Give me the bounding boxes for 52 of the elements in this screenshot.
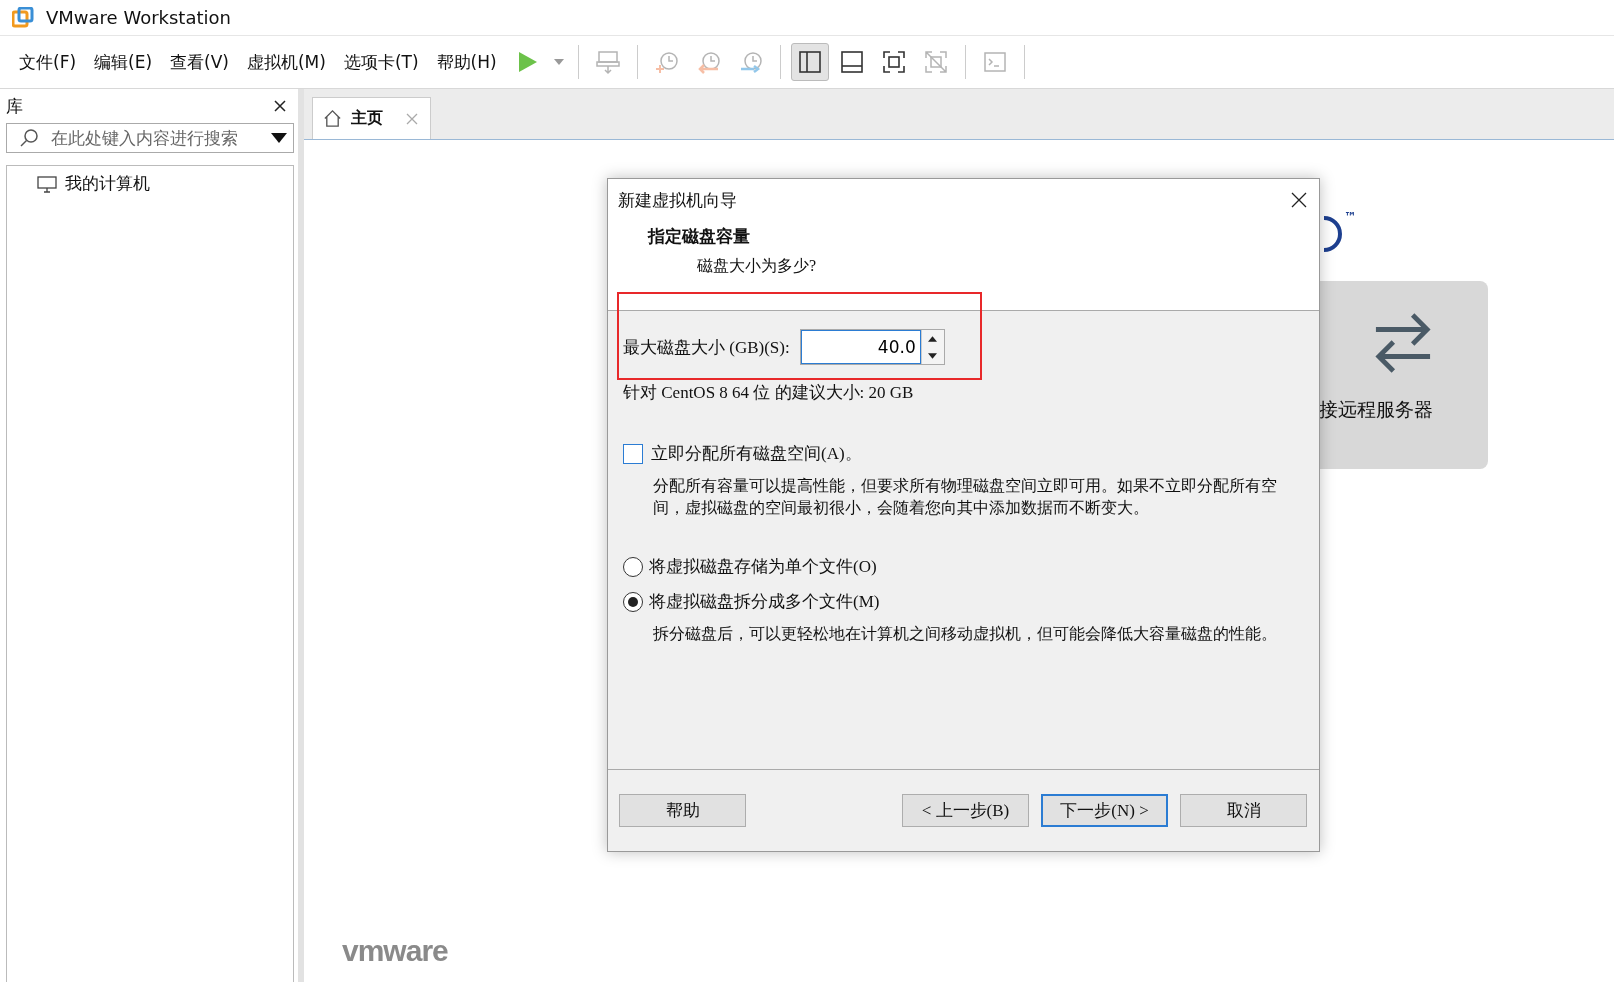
- sidebar-title: 库: [6, 94, 23, 118]
- close-icon[interactable]: [1291, 192, 1307, 208]
- help-button[interactable]: 帮助: [619, 794, 746, 827]
- radio-label[interactable]: 将虚拟磁盘拆分成多个文件(M): [649, 590, 880, 613]
- field-label: 最大磁盘大小 (GB)(S):: [623, 336, 790, 359]
- tab[interactable]: 主页: [312, 97, 431, 139]
- checkbox-label[interactable]: 立即分配所有磁盘空间(A)。: [651, 442, 862, 465]
- remote-server-card[interactable]: 接远程服务器: [1318, 281, 1488, 469]
- radio-button[interactable]: [623, 556, 643, 577]
- menu-item[interactable]: 查看(V): [161, 50, 238, 74]
- clock-plus-icon: [653, 49, 680, 75]
- toolbar-button[interactable]: [790, 43, 829, 81]
- sidebar-layout-icon: [796, 49, 823, 75]
- panel-layout-icon: [838, 49, 865, 75]
- home-icon: [323, 109, 342, 128]
- down-arrow-icon[interactable]: [928, 352, 938, 359]
- search-icon: [19, 128, 39, 148]
- menu-item[interactable]: 编辑(E): [85, 50, 162, 74]
- cancel-button[interactable]: 取消: [1180, 794, 1307, 827]
- menu-item[interactable]: 虚拟机(M): [237, 50, 335, 74]
- crossed-window-icon: [922, 49, 949, 75]
- computer-arrow-icon: [594, 49, 621, 75]
- option-description: 拆分磁盘后，可以更轻松地在计算机之间移动虚拟机，但可能会降低大容量磁盘的性能。: [653, 624, 1278, 644]
- menu-item[interactable]: 文件(F): [10, 50, 86, 74]
- radio-button[interactable]: [623, 591, 643, 612]
- menu-item[interactable]: 帮助(H): [427, 50, 506, 74]
- radio-label[interactable]: 将虚拟磁盘存储为单个文件(O): [649, 555, 877, 578]
- console-icon: [981, 49, 1008, 75]
- fullscreen-icon: [880, 49, 907, 75]
- close-icon[interactable]: [274, 100, 286, 112]
- two-arrows-icon: [1374, 313, 1432, 373]
- dialog-title: 新建虚拟机向导: [618, 189, 737, 212]
- step-subheading: 磁盘大小为多少?: [697, 256, 818, 276]
- menu-item[interactable]: 选项卡(T): [334, 50, 428, 74]
- trademark-mark: ™: [1344, 210, 1356, 224]
- step-heading: 指定磁盘容量: [648, 226, 751, 248]
- app-logo-icon: [12, 6, 34, 29]
- nav-button[interactable]: 下一步(N) >: [1041, 794, 1168, 827]
- disk-size-spinner[interactable]: 40.0: [799, 329, 945, 365]
- tree-item[interactable]: 我的计算机: [7, 170, 150, 197]
- logo-ring-icon: [1322, 216, 1342, 252]
- nav-button[interactable]: < 上一步(B): [902, 794, 1029, 827]
- checkbox[interactable]: [623, 443, 643, 464]
- window-title: VMware Workstation: [46, 7, 231, 28]
- search-field[interactable]: 在此处键入内容进行搜索: [6, 123, 294, 153]
- caret-icon: [553, 59, 564, 65]
- up-arrow-icon[interactable]: [928, 335, 938, 342]
- option-description: 分配所有容量可以提高性能，但要求所有物理磁盘空间立即可用。如果不立即分配所有空间，虚拟磁盘的空间最初很小，会随着您向其中添加数据而不断变大。: [653, 476, 1278, 518]
- recommendation-text: 针对 CentOS 8 64 位 的建议大小: 20 GB: [623, 382, 915, 404]
- vmware-logo: vmware: [342, 934, 448, 968]
- dropdown-caret-icon[interactable]: [271, 133, 287, 143]
- monitor-icon: [37, 174, 57, 193]
